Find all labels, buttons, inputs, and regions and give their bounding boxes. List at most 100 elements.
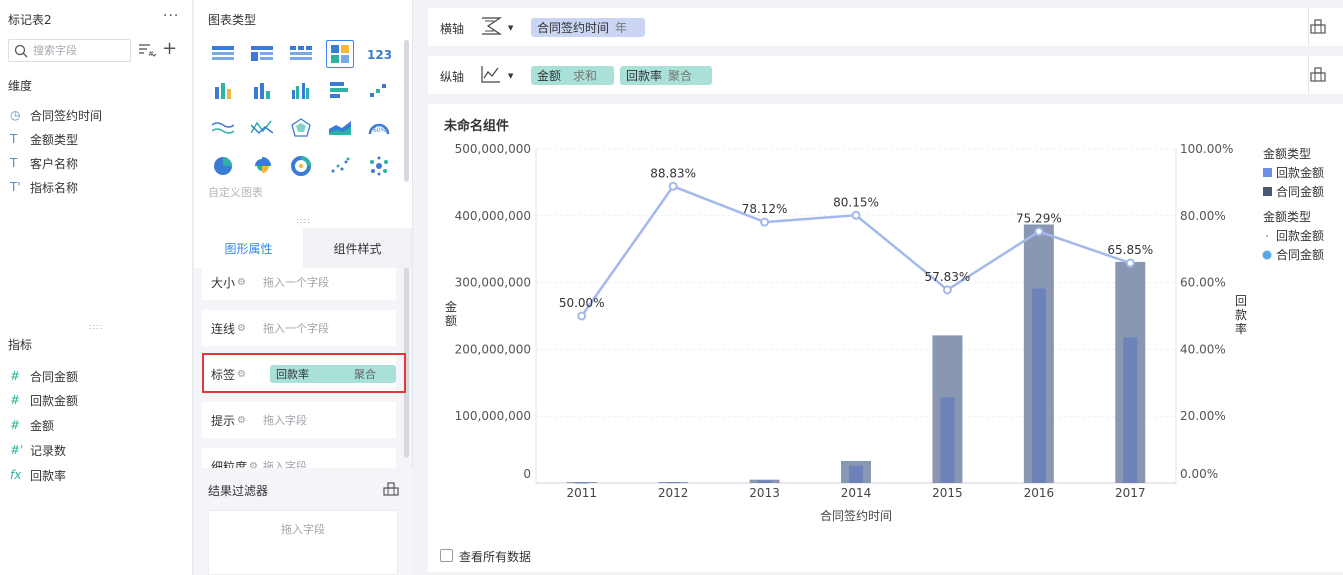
chevron-down-icon[interactable]: ▼: [508, 24, 513, 32]
property-label: 大小: [211, 275, 236, 290]
chart-type-custom-icon[interactable]: [326, 40, 354, 68]
pill-field: 回款率: [626, 69, 663, 83]
field-search-box[interactable]: [8, 39, 131, 62]
payment-rate-point: [668, 181, 678, 191]
bar-payment-amount: [1123, 337, 1138, 483]
chart-type-horizontal-bar-icon[interactable]: [326, 76, 354, 104]
chart-type-cross-table-icon[interactable]: [287, 40, 315, 68]
tab-graphic-properties[interactable]: 图形属性: [194, 228, 303, 268]
svg-text:123: 123: [367, 48, 391, 62]
shelf-divider: [1308, 56, 1309, 94]
bar-payment-amount: [757, 480, 772, 483]
chart-component[interactable]: 0 0.00% 100,000,000 20.00% 200,000,000 40.00%…: [428, 104, 1343, 572]
tab-component-style[interactable]: 组件样式: [303, 228, 412, 268]
dimension-field[interactable]: T 金额类型: [10, 130, 78, 148]
field-label: 客户名称: [30, 156, 79, 171]
chart-type-group-bar-icon[interactable]: [287, 76, 315, 104]
shelf-divider: [1308, 8, 1309, 46]
panel-split-handle[interactable]: ::::: [0, 322, 192, 332]
line-chart-icon[interactable]: [480, 64, 502, 84]
property-label: 细粒度: [211, 459, 248, 469]
drop-placeholder: 拖入一个字段: [263, 276, 329, 289]
more-icon[interactable]: ···: [163, 8, 179, 24]
measure-field[interactable]: fx 回款率: [10, 466, 66, 484]
payment-rate-point: [851, 210, 861, 220]
chart-type-kpi-icon[interactable]: 123: [365, 40, 393, 68]
chart-type-gauge-icon[interactable]: 60%: [365, 114, 393, 142]
axis-type-icon[interactable]: [480, 16, 502, 36]
field-label: 金额: [30, 418, 55, 433]
chart-type-stacked-bar-icon[interactable]: [209, 76, 237, 104]
x-tick-label: 2017: [1115, 486, 1146, 500]
chart-config-panel: 图表类型 123 60% 自定义图表 :::: 图形属性 组件样式 大小 ⚙ 拖入一…: [194, 0, 413, 575]
chart-type-scatter-icon[interactable]: [326, 152, 354, 180]
filter-drop-zone[interactable]: 拖入字段: [208, 510, 398, 575]
chart-type-bar-icon[interactable]: [248, 76, 276, 104]
measure-field[interactable]: #' 记录数: [10, 441, 66, 459]
property-granularity[interactable]: 细粒度 ⚙ 拖入字段: [202, 448, 396, 468]
chart-type-donut-icon[interactable]: [287, 152, 315, 180]
y-axis-title: 金额: [444, 300, 457, 328]
property-line[interactable]: 连线 ⚙ 拖入一个字段: [202, 310, 396, 346]
y2-tick-label: 0.00%: [1180, 467, 1218, 481]
filter-settings-icon[interactable]: [383, 482, 399, 496]
chart-type-pie-icon[interactable]: [209, 152, 237, 180]
y-tick-label: 200,000,000: [455, 342, 531, 356]
shelf-settings-icon[interactable]: [1310, 18, 1326, 34]
gear-icon[interactable]: ⚙: [237, 277, 251, 288]
svg-text:60%: 60%: [373, 127, 387, 134]
x-axis-shelf[interactable]: 横轴 ▼ 合同签约时间年: [428, 8, 1343, 46]
y-axis-shelf[interactable]: 纵轴 ▼ 金额 求和 回款率 聚合: [428, 56, 1343, 94]
search-input[interactable]: [33, 42, 129, 59]
y-axis-pill-rate[interactable]: 回款率 聚合: [620, 66, 712, 85]
data-panel: 标记表2 ··· # + 维度 ◷ 合同签约时间 T 金额类型 T 客户名称 T' 指标…: [0, 0, 193, 575]
chart-type-line-icon[interactable]: [248, 114, 276, 142]
measure-field[interactable]: # 金额: [10, 416, 54, 434]
y2-tick-label: 60.00%: [1180, 276, 1226, 290]
y-tick-label: 400,000,000: [455, 209, 531, 223]
gear-icon[interactable]: ⚙: [237, 415, 251, 426]
chart-type-rose-icon[interactable]: [248, 152, 276, 180]
field-label: 指标名称: [30, 180, 79, 195]
view-all-checkbox[interactable]: [440, 549, 453, 562]
gear-icon[interactable]: ⚙: [237, 323, 251, 334]
field-label: 金额类型: [30, 132, 79, 147]
chart-type-grouped-table-icon[interactable]: [248, 40, 276, 68]
payment-rate-point: [1125, 258, 1135, 268]
measure-field[interactable]: # 回款金额: [10, 391, 78, 409]
x-tick-label: 2016: [1024, 486, 1055, 500]
y-axis-pill-amount[interactable]: 金额 求和: [531, 66, 614, 85]
legend-item: 合同金额: [1276, 184, 1324, 199]
pill-sub: 聚合: [668, 69, 693, 83]
chart-type-table-icon[interactable]: [209, 40, 237, 68]
measure-field[interactable]: # 合同金额: [10, 367, 78, 385]
highlight-box: [202, 353, 406, 393]
property-label: 连线: [211, 321, 236, 336]
dimension-field[interactable]: ◷ 合同签约时间: [10, 106, 102, 124]
chart-types-scrollbar[interactable]: [404, 40, 409, 182]
chevron-down-icon[interactable]: ▼: [508, 72, 513, 80]
panel-split-handle[interactable]: ::::: [194, 216, 413, 225]
chart-type-area-icon[interactable]: [209, 114, 237, 142]
custom-chart-label[interactable]: 自定义图表: [208, 184, 263, 200]
field-label: 合同签约时间: [30, 108, 103, 123]
chart-type-radar-icon[interactable]: [287, 114, 315, 142]
y-axis-label: 纵轴: [440, 70, 465, 84]
text-type-icon: T: [10, 156, 18, 170]
y2-tick-label: 40.00%: [1180, 342, 1226, 356]
chart-type-scatter-bar-icon[interactable]: [365, 76, 393, 104]
chart-type-area-fill-icon[interactable]: [326, 114, 354, 142]
pill-field: 合同签约时间: [537, 21, 610, 35]
chart-title: 未命名组件: [444, 119, 510, 134]
property-size[interactable]: 大小 ⚙ 拖入一个字段: [202, 268, 396, 300]
dimension-field[interactable]: T' 指标名称: [10, 178, 78, 196]
add-field-icon[interactable]: +: [162, 39, 177, 59]
x-axis-pill[interactable]: 合同签约时间年: [531, 18, 645, 37]
shelf-settings-icon[interactable]: [1310, 66, 1326, 82]
property-tooltip[interactable]: 提示 ⚙ 拖入字段: [202, 402, 396, 438]
chart-type-bubble-icon[interactable]: [365, 152, 393, 180]
sort-fields-icon[interactable]: #: [138, 43, 156, 57]
gear-icon[interactable]: ⚙: [249, 461, 263, 469]
drop-placeholder: 拖入字段: [263, 414, 307, 427]
dimension-field[interactable]: T 客户名称: [10, 154, 78, 172]
